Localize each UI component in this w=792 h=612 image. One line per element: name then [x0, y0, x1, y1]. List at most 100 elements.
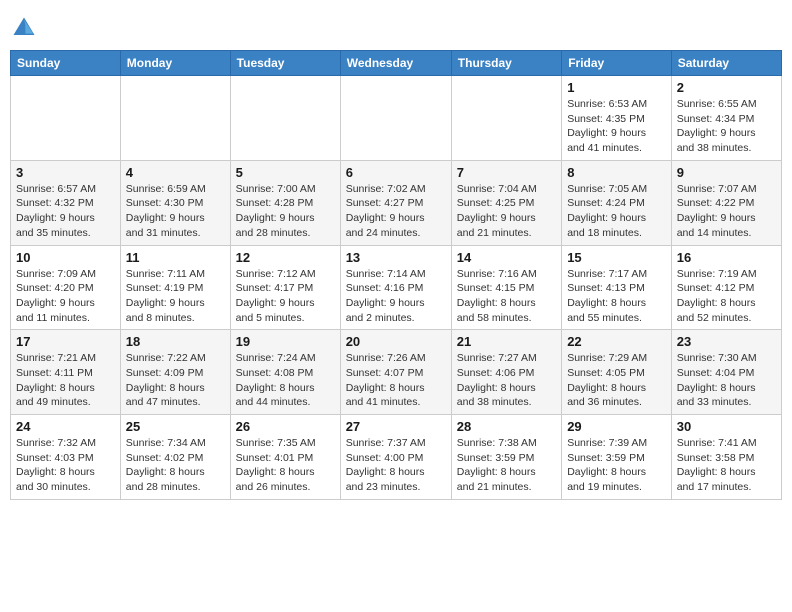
calendar-cell: 24 Sunrise: 7:32 AM Sunset: 4:03 PM Dayli…	[11, 415, 121, 500]
calendar-header-row: SundayMondayTuesdayWednesdayThursdayFrid…	[11, 51, 782, 76]
calendar-week-row: 24 Sunrise: 7:32 AM Sunset: 4:03 PM Dayli…	[11, 415, 782, 500]
calendar-cell: 28 Sunrise: 7:38 AM Sunset: 3:59 PM Dayli…	[451, 415, 561, 500]
day-info: Sunrise: 7:11 AM Sunset: 4:19 PM Dayligh…	[126, 267, 225, 326]
calendar-cell	[120, 76, 230, 161]
day-info: Sunrise: 7:37 AM Sunset: 4:00 PM Dayligh…	[346, 436, 446, 495]
calendar-cell: 10 Sunrise: 7:09 AM Sunset: 4:20 PM Dayli…	[11, 245, 121, 330]
day-number: 28	[457, 419, 556, 434]
day-number: 30	[677, 419, 776, 434]
calendar-week-row: 3 Sunrise: 6:57 AM Sunset: 4:32 PM Daylig…	[11, 160, 782, 245]
calendar-cell: 15Sunrise: 7:17 AM Sunset: 4:13 PM Dayli…	[562, 245, 672, 330]
day-info: Sunrise: 6:59 AM Sunset: 4:30 PM Dayligh…	[126, 182, 225, 241]
calendar-cell: 13 Sunrise: 7:14 AM Sunset: 4:16 PM Dayli…	[340, 245, 451, 330]
calendar-cell: 22Sunrise: 7:29 AM Sunset: 4:05 PM Dayli…	[562, 330, 672, 415]
day-info: Sunrise: 6:57 AM Sunset: 4:32 PM Dayligh…	[16, 182, 115, 241]
day-info: Sunrise: 7:14 AM Sunset: 4:16 PM Dayligh…	[346, 267, 446, 326]
calendar-cell: 27 Sunrise: 7:37 AM Sunset: 4:00 PM Dayli…	[340, 415, 451, 500]
calendar-week-row: 1 Sunrise: 6:53 AM Sunset: 4:35 PM Daylig…	[11, 76, 782, 161]
day-info: Sunrise: 7:09 AM Sunset: 4:20 PM Dayligh…	[16, 267, 115, 326]
day-number: 21	[457, 334, 556, 349]
calendar-table: SundayMondayTuesdayWednesdayThursdayFrid…	[10, 50, 782, 500]
calendar-cell: 4 Sunrise: 6:59 AM Sunset: 4:30 PM Daylig…	[120, 160, 230, 245]
day-number: 6	[346, 165, 446, 180]
calendar-cell: 7 Sunrise: 7:04 AM Sunset: 4:25 PM Daylig…	[451, 160, 561, 245]
day-number: 26	[236, 419, 335, 434]
calendar-cell	[230, 76, 340, 161]
calendar-cell: 1 Sunrise: 6:53 AM Sunset: 4:35 PM Daylig…	[562, 76, 672, 161]
calendar-cell: 23Sunrise: 7:30 AM Sunset: 4:04 PM Dayli…	[671, 330, 781, 415]
calendar-cell	[340, 76, 451, 161]
calendar-cell: 26 Sunrise: 7:35 AM Sunset: 4:01 PM Dayli…	[230, 415, 340, 500]
day-info: Sunrise: 7:21 AM Sunset: 4:11 PM Dayligh…	[16, 351, 115, 410]
day-info: Sunrise: 7:00 AM Sunset: 4:28 PM Dayligh…	[236, 182, 335, 241]
day-info: Sunrise: 7:22 AM Sunset: 4:09 PM Dayligh…	[126, 351, 225, 410]
day-info: Sunrise: 7:29 AM Sunset: 4:05 PM Dayligh…	[567, 351, 666, 410]
day-number: 7	[457, 165, 556, 180]
day-number: 23	[677, 334, 776, 349]
logo	[10, 14, 40, 42]
col-header-saturday: Saturday	[671, 51, 781, 76]
calendar-cell: 29Sunrise: 7:39 AM Sunset: 3:59 PM Dayli…	[562, 415, 672, 500]
day-number: 27	[346, 419, 446, 434]
calendar-cell: 14 Sunrise: 7:16 AM Sunset: 4:15 PM Dayli…	[451, 245, 561, 330]
day-info: Sunrise: 7:07 AM Sunset: 4:22 PM Dayligh…	[677, 182, 776, 241]
day-info: Sunrise: 7:19 AM Sunset: 4:12 PM Dayligh…	[677, 267, 776, 326]
day-info: Sunrise: 7:05 AM Sunset: 4:24 PM Dayligh…	[567, 182, 666, 241]
day-number: 13	[346, 250, 446, 265]
day-number: 15	[567, 250, 666, 265]
day-info: Sunrise: 7:04 AM Sunset: 4:25 PM Dayligh…	[457, 182, 556, 241]
day-info: Sunrise: 7:35 AM Sunset: 4:01 PM Dayligh…	[236, 436, 335, 495]
col-header-wednesday: Wednesday	[340, 51, 451, 76]
logo-icon	[10, 14, 38, 42]
calendar-week-row: 10 Sunrise: 7:09 AM Sunset: 4:20 PM Dayli…	[11, 245, 782, 330]
day-info: Sunrise: 7:39 AM Sunset: 3:59 PM Dayligh…	[567, 436, 666, 495]
calendar-cell: 19 Sunrise: 7:24 AM Sunset: 4:08 PM Dayli…	[230, 330, 340, 415]
day-number: 20	[346, 334, 446, 349]
calendar-cell: 9 Sunrise: 7:07 AM Sunset: 4:22 PM Daylig…	[671, 160, 781, 245]
calendar-cell: 6 Sunrise: 7:02 AM Sunset: 4:27 PM Daylig…	[340, 160, 451, 245]
day-info: Sunrise: 7:02 AM Sunset: 4:27 PM Dayligh…	[346, 182, 446, 241]
day-info: Sunrise: 6:53 AM Sunset: 4:35 PM Dayligh…	[567, 97, 666, 156]
day-info: Sunrise: 7:34 AM Sunset: 4:02 PM Dayligh…	[126, 436, 225, 495]
col-header-sunday: Sunday	[11, 51, 121, 76]
day-info: Sunrise: 7:26 AM Sunset: 4:07 PM Dayligh…	[346, 351, 446, 410]
day-number: 3	[16, 165, 115, 180]
col-header-monday: Monday	[120, 51, 230, 76]
page-header	[10, 10, 782, 42]
col-header-friday: Friday	[562, 51, 672, 76]
calendar-cell: 11 Sunrise: 7:11 AM Sunset: 4:19 PM Dayli…	[120, 245, 230, 330]
day-info: Sunrise: 7:16 AM Sunset: 4:15 PM Dayligh…	[457, 267, 556, 326]
calendar-cell: 21 Sunrise: 7:27 AM Sunset: 4:06 PM Dayli…	[451, 330, 561, 415]
day-number: 24	[16, 419, 115, 434]
day-number: 10	[16, 250, 115, 265]
calendar-cell	[11, 76, 121, 161]
day-number: 8	[567, 165, 666, 180]
day-info: Sunrise: 7:27 AM Sunset: 4:06 PM Dayligh…	[457, 351, 556, 410]
day-number: 11	[126, 250, 225, 265]
day-number: 12	[236, 250, 335, 265]
day-info: Sunrise: 7:12 AM Sunset: 4:17 PM Dayligh…	[236, 267, 335, 326]
day-info: Sunrise: 7:38 AM Sunset: 3:59 PM Dayligh…	[457, 436, 556, 495]
day-info: Sunrise: 7:41 AM Sunset: 3:58 PM Dayligh…	[677, 436, 776, 495]
calendar-cell: 30 Sunrise: 7:41 AM Sunset: 3:58 PM Dayli…	[671, 415, 781, 500]
day-number: 17	[16, 334, 115, 349]
day-number: 4	[126, 165, 225, 180]
calendar-cell	[451, 76, 561, 161]
day-info: Sunrise: 6:55 AM Sunset: 4:34 PM Dayligh…	[677, 97, 776, 156]
day-number: 9	[677, 165, 776, 180]
calendar-cell: 5 Sunrise: 7:00 AM Sunset: 4:28 PM Daylig…	[230, 160, 340, 245]
calendar-cell: 2 Sunrise: 6:55 AM Sunset: 4:34 PM Daylig…	[671, 76, 781, 161]
day-number: 2	[677, 80, 776, 95]
day-info: Sunrise: 7:32 AM Sunset: 4:03 PM Dayligh…	[16, 436, 115, 495]
day-number: 1	[567, 80, 666, 95]
day-number: 5	[236, 165, 335, 180]
day-number: 14	[457, 250, 556, 265]
calendar-cell: 16Sunrise: 7:19 AM Sunset: 4:12 PM Dayli…	[671, 245, 781, 330]
calendar-cell: 12 Sunrise: 7:12 AM Sunset: 4:17 PM Dayli…	[230, 245, 340, 330]
day-info: Sunrise: 7:24 AM Sunset: 4:08 PM Dayligh…	[236, 351, 335, 410]
col-header-tuesday: Tuesday	[230, 51, 340, 76]
calendar-cell: 17 Sunrise: 7:21 AM Sunset: 4:11 PM Dayli…	[11, 330, 121, 415]
day-number: 19	[236, 334, 335, 349]
day-number: 18	[126, 334, 225, 349]
calendar-cell: 20 Sunrise: 7:26 AM Sunset: 4:07 PM Dayli…	[340, 330, 451, 415]
